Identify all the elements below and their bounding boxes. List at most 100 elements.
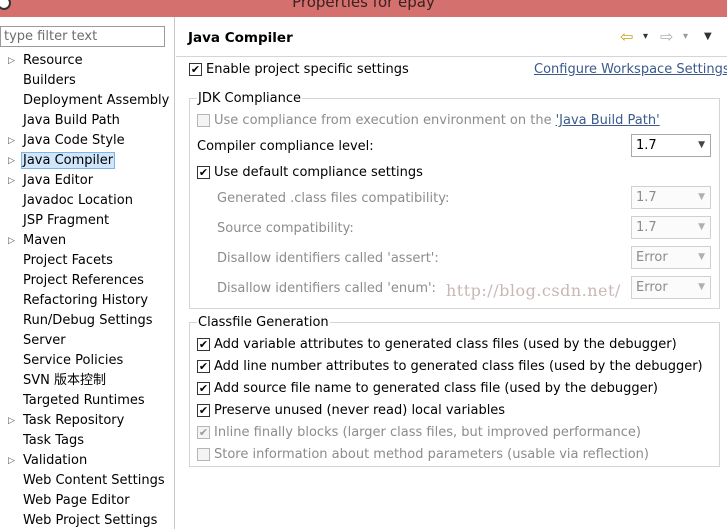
title-separator xyxy=(176,56,727,57)
classfile-generation-title: Classfile Generation xyxy=(197,315,330,330)
enable-specific-checkbox[interactable]: ✔ Enable project specific settings xyxy=(189,62,409,77)
sidebar-item[interactable]: Javadoc Location xyxy=(0,191,174,211)
sidebar-item-label: Web Project Settings xyxy=(23,513,158,528)
sidebar-item[interactable]: Server xyxy=(0,331,174,351)
assert-identifier-select[interactable]: Error ▼ xyxy=(631,246,711,269)
view-menu-icon[interactable]: ▼ xyxy=(704,27,712,47)
filter-input[interactable] xyxy=(0,26,165,47)
forward-dropdown-icon[interactable]: ▾ xyxy=(683,27,688,47)
jdk-compliance-title: JDK Compliance xyxy=(197,91,303,106)
classfile-option-checkbox[interactable]: ✔ Add variable attributes to generated cl… xyxy=(197,337,677,352)
classfile-option-label: Add variable attributes to generated cla… xyxy=(214,337,677,352)
sidebar-item-label: Builders xyxy=(23,73,76,88)
generated-compat-value: 1.7 xyxy=(636,190,657,205)
sidebar-item-label: Task Repository xyxy=(23,413,125,428)
sidebar-item[interactable]: ▷ Resource xyxy=(0,51,174,71)
expand-arrow-icon[interactable]: ▷ xyxy=(8,451,15,471)
main-panel: Java Compiler ⇦ ▾ ⇨ ▾ ▼ ✔ Enable project… xyxy=(176,17,727,529)
sidebar-item[interactable]: ▷ Java Code Style xyxy=(0,131,174,151)
use-env-compliance-checkbox[interactable]: Use compliance from execution environmen… xyxy=(197,113,660,128)
sidebar-item-label: Web Page Editor xyxy=(23,493,130,508)
back-arrow-icon[interactable]: ⇦ xyxy=(620,27,633,47)
compliance-level-select[interactable]: 1.7 ▼ xyxy=(631,134,711,157)
chevron-down-icon: ▼ xyxy=(698,252,705,262)
enum-identifier-select[interactable]: Error ▼ xyxy=(631,276,711,299)
sidebar-item[interactable]: Targeted Runtimes xyxy=(0,391,174,411)
generated-compat-select[interactable]: 1.7 ▼ xyxy=(631,186,711,209)
sidebar-item[interactable]: Run/Debug Settings xyxy=(0,311,174,331)
sidebar-item[interactable]: Web Page Editor xyxy=(0,491,174,511)
sidebar-item-label: Targeted Runtimes xyxy=(23,393,145,408)
sidebar-item-label: Java Code Style xyxy=(23,133,125,148)
sidebar-item-label: JSP Fragment xyxy=(23,213,110,228)
chevron-down-icon: ▼ xyxy=(698,222,705,232)
sidebar-item-label: Server xyxy=(23,333,66,348)
enum-identifier-value: Error xyxy=(636,280,668,295)
classfile-option-label: Add line number attributes to generated … xyxy=(214,359,703,374)
sidebar-item[interactable]: ▷ Java Compiler xyxy=(0,151,174,171)
expand-arrow-icon[interactable]: ▷ xyxy=(8,171,15,191)
source-compat-select[interactable]: 1.7 ▼ xyxy=(631,216,711,239)
expand-arrow-icon[interactable]: ▷ xyxy=(8,151,15,171)
classfile-option-checkbox[interactable]: ✔ Add line number attributes to generated… xyxy=(197,359,703,374)
sidebar-item-label: Validation xyxy=(23,453,88,468)
checkbox-check-icon: ✔ xyxy=(197,382,210,395)
use-env-label: Use compliance from execution environmen… xyxy=(214,113,552,128)
sidebar-item[interactable]: ▷ Task Repository xyxy=(0,411,174,431)
sidebar-item[interactable]: JSP Fragment xyxy=(0,211,174,231)
classfile-option-checkbox[interactable]: ✔ Inline finally blocks (larger class fil… xyxy=(197,425,641,440)
expand-arrow-icon[interactable]: ▷ xyxy=(8,131,15,151)
configure-workspace-link[interactable]: Configure Workspace Settings... xyxy=(534,62,727,77)
sidebar-item-label: Maven xyxy=(23,233,67,248)
chevron-down-icon: ▼ xyxy=(698,192,705,202)
sidebar-item[interactable]: Refactoring History xyxy=(0,291,174,311)
sidebar-item[interactable]: Task Tags xyxy=(0,431,174,451)
back-dropdown-icon[interactable]: ▾ xyxy=(643,27,648,47)
sidebar-item[interactable]: Service Policies xyxy=(0,351,174,371)
sidebar-item[interactable]: Project Facets xyxy=(0,251,174,271)
sidebar-item[interactable]: SVN 版本控制 xyxy=(0,371,174,391)
compliance-level-label: Compiler compliance level: xyxy=(197,139,374,154)
sidebar-item-label: Project References xyxy=(23,273,144,288)
expand-arrow-icon[interactable]: ▷ xyxy=(8,51,15,71)
expand-arrow-icon[interactable]: ▷ xyxy=(8,231,15,251)
sidebar-item-label: Javadoc Location xyxy=(23,193,133,208)
sidebar-item-label: Java Editor xyxy=(23,173,94,188)
generated-compat-label: Generated .class files compatibility: xyxy=(217,191,450,206)
window-title: Properties for epay xyxy=(292,0,435,11)
sidebar-item[interactable]: ▷ Java Editor xyxy=(0,171,174,191)
classfile-option-label: Store information about method parameter… xyxy=(214,447,649,462)
sidebar-item[interactable]: Web Project Settings xyxy=(0,511,174,529)
classfile-option-checkbox[interactable]: ✔ Add source file name to generated class… xyxy=(197,381,658,396)
source-compat-label: Source compatibility: xyxy=(217,221,354,236)
classfile-option-label: Inline finally blocks (larger class file… xyxy=(214,425,641,440)
checkbox-check-icon: ✔ xyxy=(197,360,210,373)
classfile-option-checkbox[interactable]: Store information about method parameter… xyxy=(197,447,649,462)
sidebar-item-label: Refactoring History xyxy=(23,293,149,308)
sidebar-item[interactable]: ▷ Validation xyxy=(0,451,174,471)
sidebar-item-label: SVN 版本控制 xyxy=(23,373,107,388)
sidebar-item[interactable]: Java Build Path xyxy=(0,111,174,131)
sidebar-item[interactable]: Builders xyxy=(0,71,174,91)
checkbox-empty-icon xyxy=(197,448,210,461)
forward-arrow-icon[interactable]: ⇨ xyxy=(660,27,673,47)
sidebar-item-label: Java Build Path xyxy=(23,113,120,128)
checkbox-check-icon: ✔ xyxy=(197,338,210,351)
checkbox-check-icon: ✔ xyxy=(189,63,202,76)
expand-arrow-icon[interactable]: ▷ xyxy=(8,411,15,431)
checkbox-check-icon: ✔ xyxy=(197,426,210,439)
sidebar-item[interactable]: Project References xyxy=(0,271,174,291)
java-build-path-link[interactable]: 'Java Build Path' xyxy=(556,113,660,128)
sidebar-item[interactable]: Deployment Assembly xyxy=(0,91,174,111)
nav-buttons: ⇦ ▾ ⇨ ▾ ▼ xyxy=(616,27,724,47)
sidebar-item[interactable]: ▷ Maven xyxy=(0,231,174,251)
source-compat-value: 1.7 xyxy=(636,220,657,235)
sidebar-item[interactable]: Web Content Settings xyxy=(0,471,174,491)
use-default-compliance-checkbox[interactable]: ✔ Use default compliance settings xyxy=(197,165,423,180)
sidebar: ▷ Resource Builders Deployment Assembly Java… xyxy=(0,17,175,529)
compliance-level-value: 1.7 xyxy=(636,138,657,153)
classfile-option-checkbox[interactable]: ✔ Preserve unused (never read) local vari… xyxy=(197,403,505,418)
sidebar-item-label: Web Content Settings xyxy=(23,473,165,488)
sidebar-item-label: Deployment Assembly xyxy=(23,93,170,108)
sidebar-item-label: Service Policies xyxy=(23,353,124,368)
